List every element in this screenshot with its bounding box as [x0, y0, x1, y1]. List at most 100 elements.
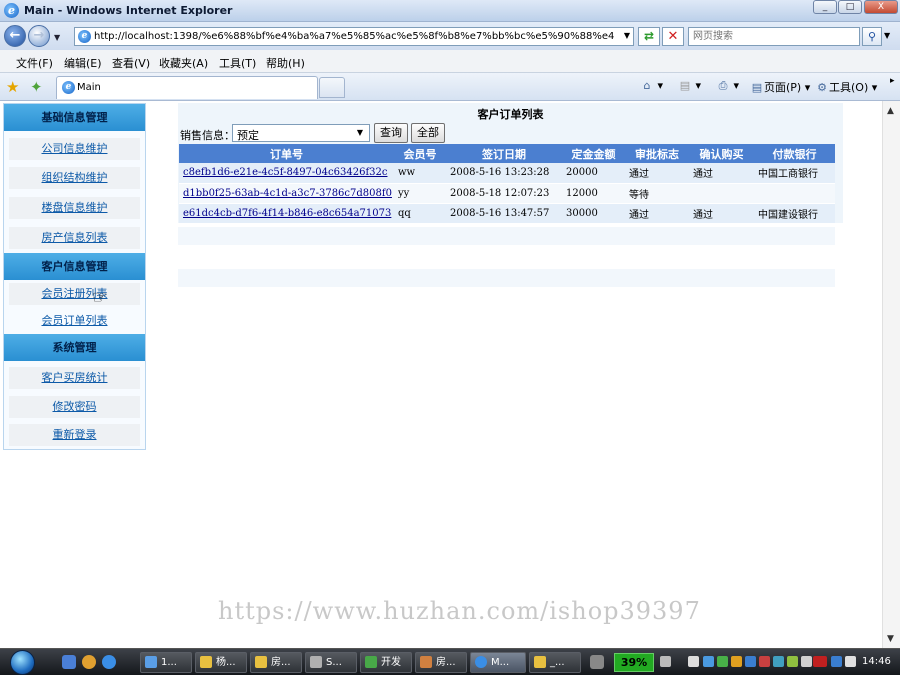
chevron-down-icon[interactable]: ▼ — [353, 126, 367, 140]
url-dropdown-icon[interactable]: ▼ — [624, 31, 630, 40]
more-commands-icon[interactable]: ▸ — [890, 76, 895, 86]
shield-icon[interactable] — [831, 656, 842, 667]
forward-button[interactable]: → — [28, 25, 50, 47]
sidebar-item-member-list[interactable]: 会员注册列表 — [9, 283, 140, 305]
sales-filter-label: 销售信息： — [180, 129, 235, 142]
tray-icon[interactable] — [801, 656, 812, 667]
quicklaunch-icon[interactable] — [82, 655, 96, 669]
quicklaunch-ie-icon[interactable] — [102, 655, 116, 669]
maximize-button[interactable]: □ — [838, 0, 862, 14]
sidebar-item-relogin[interactable]: 重新登录 — [9, 424, 140, 446]
speaker-icon[interactable] — [845, 656, 856, 667]
column-header: 定金金额 — [562, 144, 625, 163]
taskbar-item-label: 房... — [271, 657, 291, 668]
folder-icon — [534, 656, 546, 668]
quicklaunch-icon[interactable] — [62, 655, 76, 669]
tray-icon[interactable] — [759, 656, 770, 667]
sidebar-item-company-info[interactable]: 公司信息维护 — [9, 138, 140, 160]
tab-main[interactable]: e Main — [56, 76, 318, 99]
taskbar-item[interactable]: 杨... — [195, 652, 247, 673]
refresh-button[interactable]: ⇄ — [638, 27, 660, 46]
sidebar-item-purchase-stats[interactable]: 客户买房统计 — [9, 367, 140, 389]
taskbar-item-label: M... — [491, 657, 510, 668]
minimize-button[interactable]: _ — [813, 0, 837, 14]
search-options-icon[interactable]: ▼ — [884, 31, 890, 40]
approval-status: 通过 — [625, 203, 689, 224]
column-header: 订单号 — [179, 144, 394, 163]
print-icon[interactable]: ⎙ ▾ — [716, 79, 739, 93]
menu-view[interactable]: 查看(V) — [112, 55, 150, 71]
stop-button[interactable]: ✕ — [662, 27, 684, 46]
payment-bank: 中国工商银行 — [754, 163, 835, 184]
watermark-text: https://www.huzhan.com/ishop39397 — [218, 597, 701, 625]
sidebar-item-change-password[interactable]: 修改密码 — [9, 396, 140, 418]
scroll-down-icon[interactable]: ▼ — [887, 634, 894, 644]
windows-orb-icon — [10, 650, 35, 675]
menu-tools[interactable]: 工具(T) — [219, 55, 256, 71]
page-menu[interactable]: ▤ 页面(P) ▾ — [750, 79, 810, 95]
tray-icon[interactable] — [773, 656, 784, 667]
add-favorite-icon[interactable]: ✦ — [30, 78, 43, 96]
tray-icon[interactable] — [717, 656, 728, 667]
scroll-up-icon[interactable]: ▲ — [887, 106, 894, 116]
menu-help[interactable]: 帮助(H) — [266, 55, 305, 71]
taskbar-item[interactable]: 1... — [140, 652, 192, 673]
taskbar-item-active[interactable]: M... — [470, 652, 526, 673]
sign-date: 2008-5-18 12:07:23 — [446, 183, 562, 204]
menu-edit[interactable]: 编辑(E) — [64, 55, 102, 71]
tray-icon[interactable] — [813, 656, 827, 667]
sales-filter-select[interactable]: 预定 ▼ — [232, 124, 370, 142]
tray-icon[interactable] — [731, 656, 742, 667]
taskbar-item[interactable]: 房... — [415, 652, 467, 673]
sidebar-item-org-structure[interactable]: 组织结构维护 — [9, 167, 140, 189]
column-header: 签订日期 — [446, 144, 562, 163]
feeds-icon[interactable]: ▤ ▾ — [678, 79, 701, 92]
payment-bank: 中国建设银行 — [754, 203, 835, 224]
taskbar: 1... 杨... 房... S... 开发 房... M... _... 39… — [0, 648, 900, 675]
vertical-scrollbar[interactable]: ▲ ▼ — [882, 101, 900, 648]
tray-icon[interactable] — [787, 656, 798, 667]
query-button[interactable]: 查询 — [374, 123, 408, 143]
taskbar-item[interactable]: 房... — [250, 652, 302, 673]
search-field[interactable] — [688, 27, 860, 46]
clock[interactable]: 14:46 — [862, 656, 891, 667]
show-all-button[interactable]: 全部 — [411, 123, 445, 143]
sidebar-item-member-orders[interactable]: 会员订单列表 — [9, 310, 140, 332]
column-header: 会员号 — [394, 144, 446, 163]
order-id-link[interactable]: c8efb1d6-e21e-4c5f-8497-04c63426f32c — [183, 167, 387, 178]
favorites-star-icon[interactable]: ★ — [6, 78, 19, 96]
start-button[interactable] — [6, 649, 42, 675]
menu-file[interactable]: 文件(F) — [16, 55, 53, 71]
url-text[interactable]: http://localhost:1398/%e6%88%bf%e4%ba%a7… — [94, 31, 614, 42]
sidebar-item-building-info[interactable]: 楼盘信息维护 — [9, 197, 140, 219]
tray-icon[interactable] — [660, 656, 671, 667]
search-icon[interactable]: ⚲ — [862, 27, 882, 46]
search-input[interactable] — [689, 28, 857, 45]
new-tab-button[interactable] — [319, 77, 345, 98]
url-field[interactable]: e http://localhost:1398/%e6%88%bf%e4%ba%… — [74, 27, 634, 46]
tools-menu[interactable]: ⚙ 工具(O) ▾ — [815, 79, 877, 95]
home-icon[interactable]: ⌂ ▾ — [640, 79, 664, 92]
sidebar: 基础信息管理 公司信息维护 组织结构维护 楼盘信息维护 房产信息列表 客户信息管… — [3, 103, 146, 450]
taskbar-item-label: 1... — [161, 657, 177, 668]
tray-arrow-icon[interactable] — [688, 656, 699, 667]
tray-icon[interactable] — [703, 656, 714, 667]
tray-icon[interactable] — [745, 656, 756, 667]
order-id-link[interactable]: e61dc4cb-d7f6-4f14-b846-e8c654a71073 — [183, 208, 391, 219]
close-button[interactable]: X — [864, 0, 898, 14]
sidebar-section-basic[interactable]: 基础信息管理 — [4, 104, 145, 131]
order-id-link[interactable]: d1bb0f25-63ab-4c1d-a3c7-3786c7d808f0 — [183, 188, 392, 199]
history-dropdown-icon[interactable]: ▼ — [54, 33, 60, 42]
taskbar-item[interactable]: 开发 — [360, 652, 412, 673]
column-header: 审批标志 — [625, 144, 689, 163]
taskbar-item[interactable]: S... — [305, 652, 357, 673]
back-button[interactable]: ← — [4, 25, 26, 47]
address-bar: ← → ▼ e http://localhost:1398/%e6%88%bf%… — [0, 22, 900, 50]
sidebar-section-customer[interactable]: 客户信息管理 — [4, 253, 145, 280]
sidebar-item-property-list[interactable]: 房产信息列表 — [9, 227, 140, 249]
gear-icon: ⚙ — [817, 81, 827, 94]
taskbar-item[interactable]: _... — [529, 652, 581, 673]
keyboard-icon[interactable] — [590, 655, 604, 669]
menu-favorites[interactable]: 收藏夹(A) — [159, 55, 208, 71]
sidebar-section-system[interactable]: 系统管理 — [4, 334, 145, 361]
